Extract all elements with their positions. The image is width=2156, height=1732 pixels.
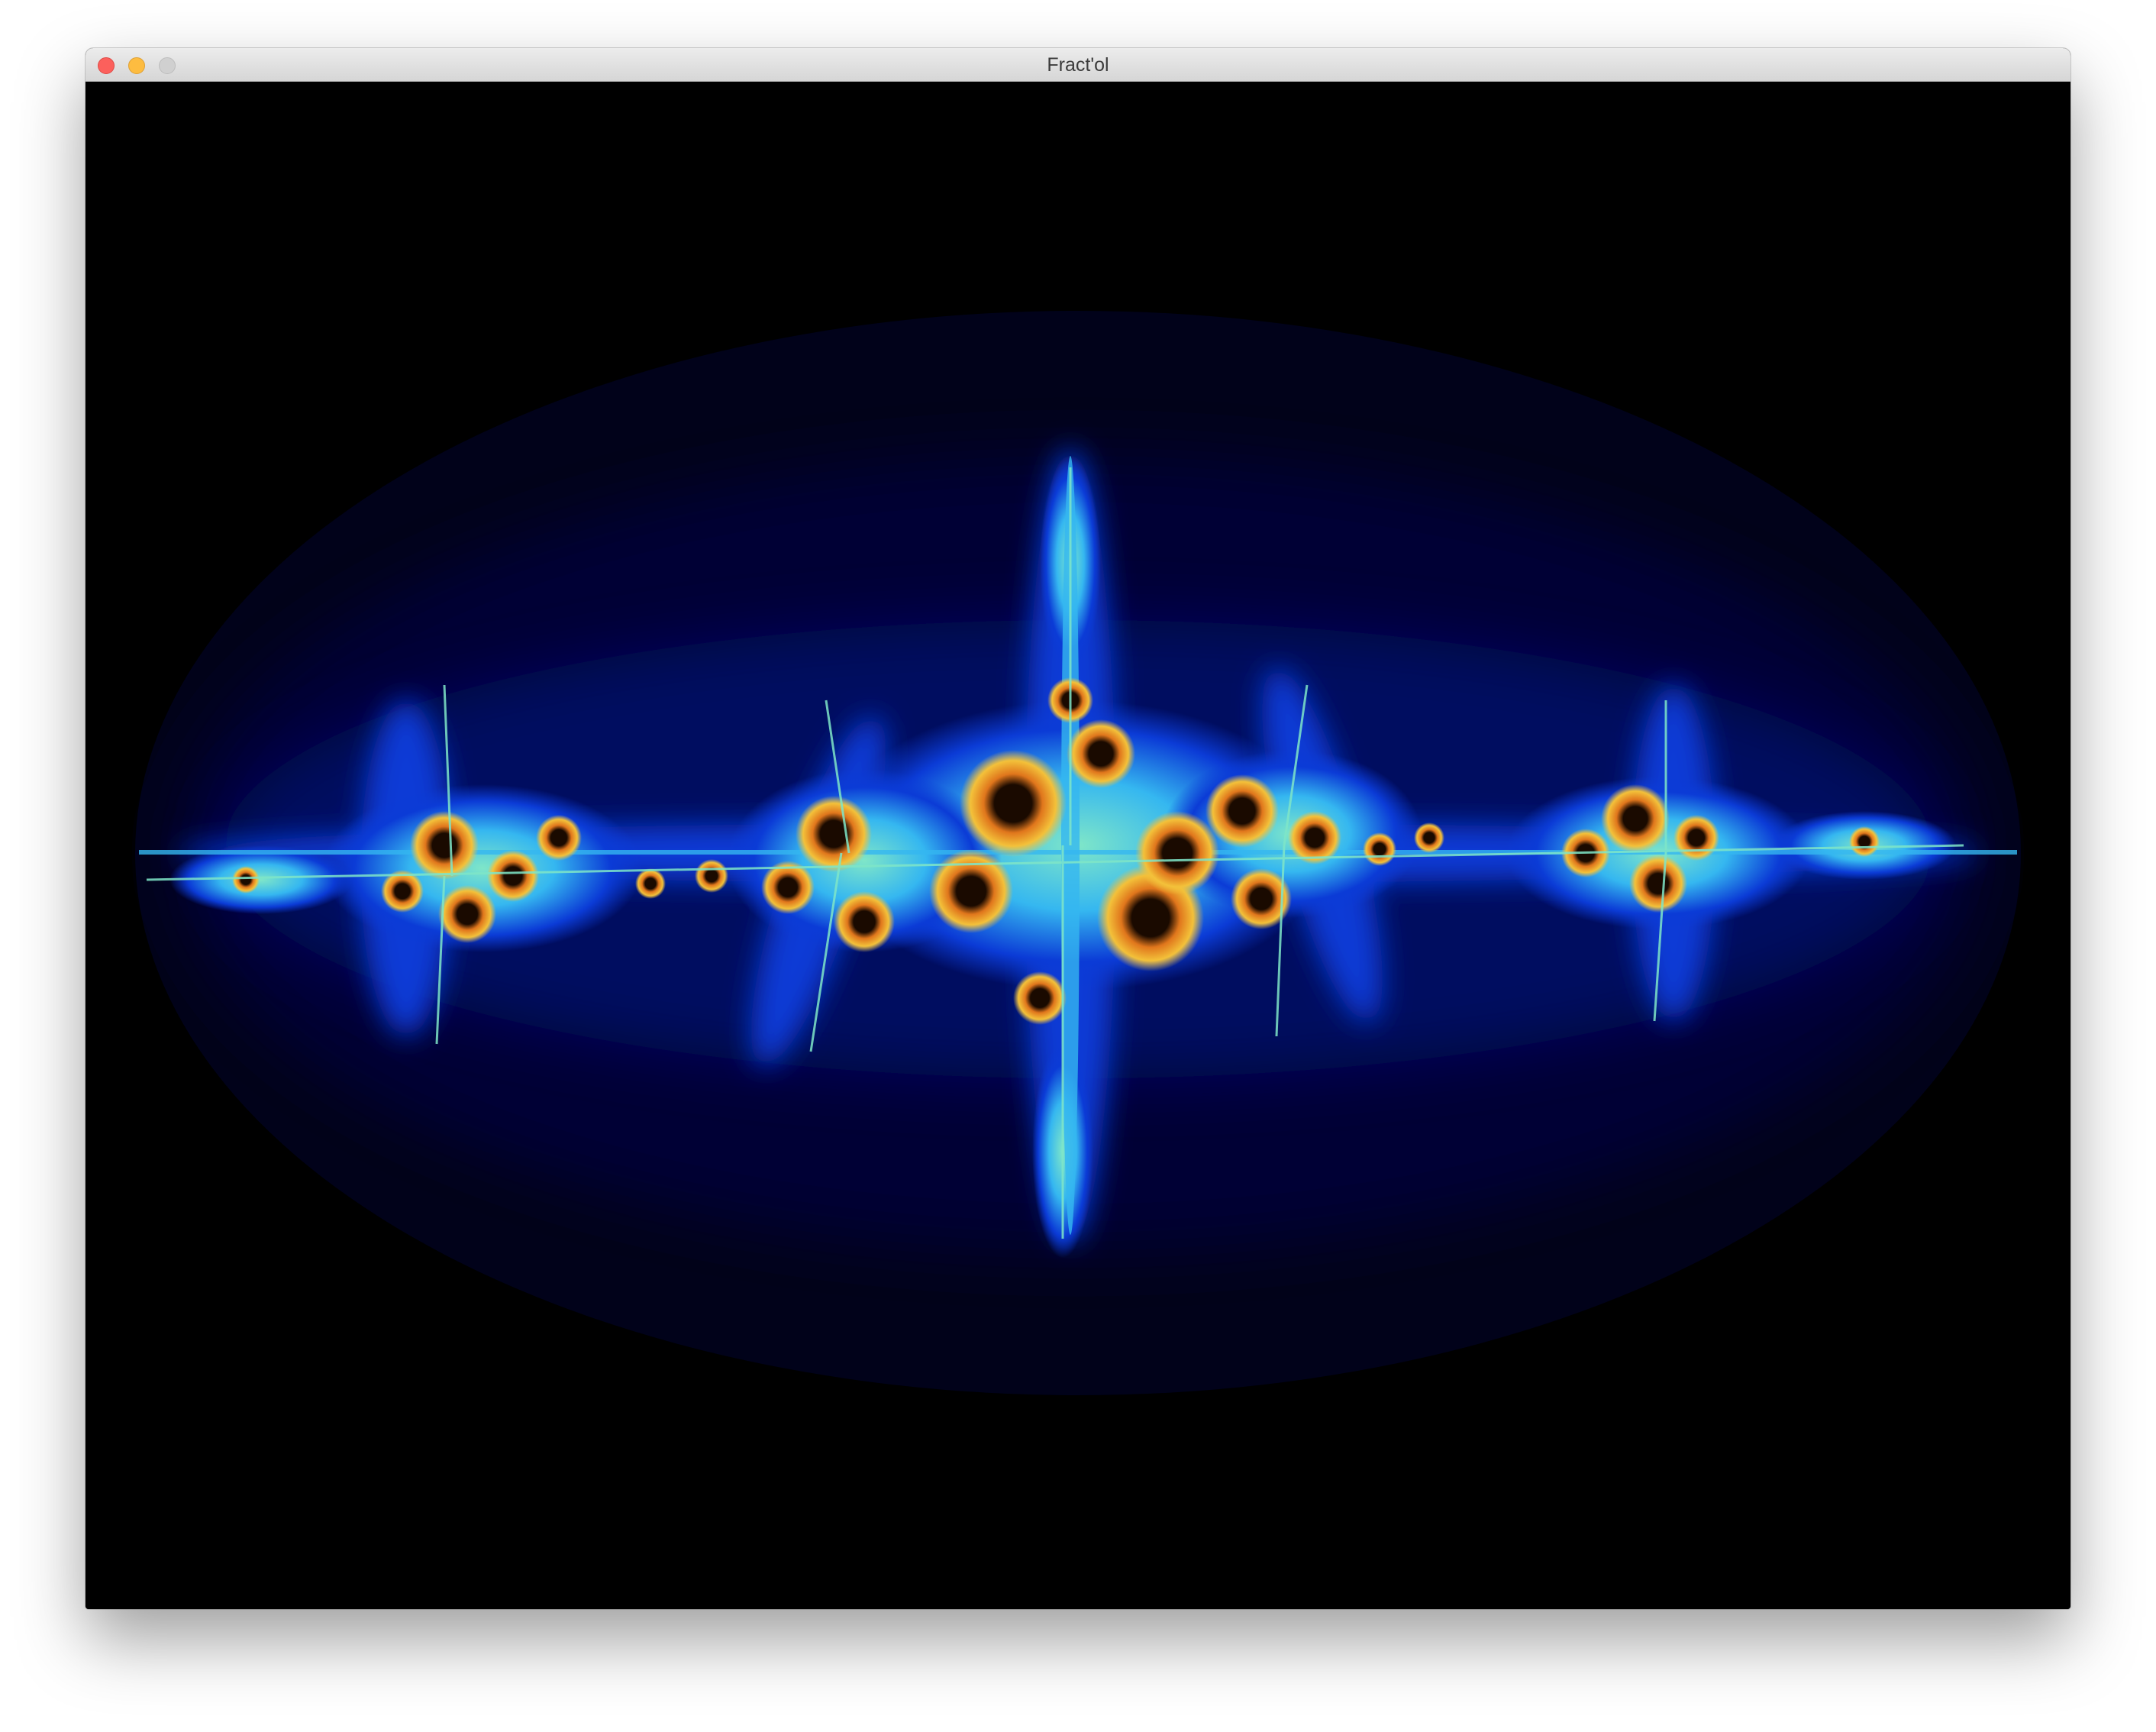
window-title: Fract'ol <box>1047 54 1109 76</box>
julia-set-render <box>135 311 2021 1395</box>
title-bar[interactable]: Fract'ol <box>86 48 2070 82</box>
fractal-canvas[interactable] <box>86 82 2070 1609</box>
app-window: Fract'ol <box>86 48 2070 1609</box>
